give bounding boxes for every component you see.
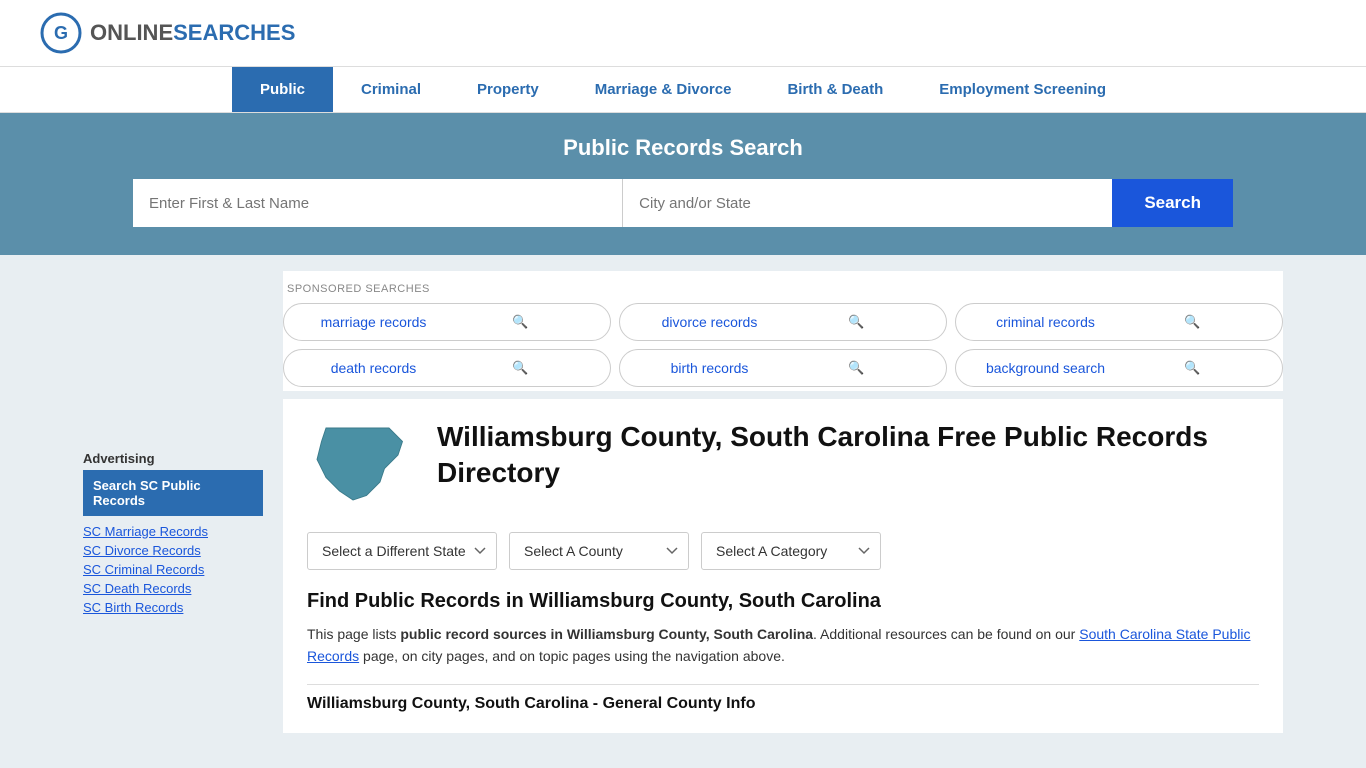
- main-nav: Public Criminal Property Marriage & Divo…: [0, 67, 1366, 113]
- find-text-bold: public record sources in Williamsburg Co…: [400, 626, 813, 642]
- search-icon-marriage: 🔍: [447, 314, 594, 330]
- sponsored-item-criminal-label: criminal records: [972, 314, 1119, 330]
- directory-header: Williamsburg County, South Carolina Free…: [307, 419, 1259, 512]
- sponsored-item-marriage-label: marriage records: [300, 314, 447, 330]
- logo-text: ONLINESEARCHES: [90, 20, 295, 46]
- city-input[interactable]: [623, 179, 1112, 227]
- sidebar-link-marriage[interactable]: SC Marriage Records: [83, 524, 263, 539]
- county-dropdown[interactable]: Select A County: [509, 532, 689, 570]
- search-icon-divorce: 🔍: [783, 314, 930, 330]
- main-container: Advertising Search SC Public Records SC …: [63, 255, 1303, 749]
- nav-employment[interactable]: Employment Screening: [911, 67, 1134, 112]
- search-banner: Public Records Search Search: [0, 113, 1366, 255]
- sponsored-grid: marriage records 🔍 divorce records 🔍 cri…: [283, 303, 1283, 387]
- sponsored-item-criminal[interactable]: criminal records 🔍: [955, 303, 1283, 341]
- find-text-3: page, on city pages, and on topic pages …: [359, 648, 785, 664]
- general-info-title: Williamsburg County, South Carolina - Ge…: [307, 684, 1259, 713]
- sidebar-link-death[interactable]: SC Death Records: [83, 581, 263, 596]
- sidebar-link-birth[interactable]: SC Birth Records: [83, 600, 263, 615]
- sidebar: Advertising Search SC Public Records SC …: [83, 451, 283, 733]
- search-icon-death: 🔍: [447, 360, 594, 376]
- nav-property[interactable]: Property: [449, 67, 567, 112]
- state-map: [307, 419, 417, 512]
- sponsored-item-background[interactable]: background search 🔍: [955, 349, 1283, 387]
- sponsored-item-marriage[interactable]: marriage records 🔍: [283, 303, 611, 341]
- search-banner-title: Public Records Search: [40, 135, 1326, 161]
- find-paragraph: This page lists public record sources in…: [307, 623, 1259, 668]
- header: G ONLINESEARCHES: [0, 0, 1366, 67]
- sponsored-item-divorce-label: divorce records: [636, 314, 783, 330]
- state-dropdown[interactable]: Select a Different State: [307, 532, 497, 570]
- find-title: Find Public Records in Williamsburg Coun…: [307, 590, 1259, 613]
- svg-text:G: G: [54, 23, 68, 43]
- sponsored-item-divorce[interactable]: divorce records 🔍: [619, 303, 947, 341]
- search-icon-background: 🔍: [1119, 360, 1266, 376]
- search-icon-criminal: 🔍: [1119, 314, 1266, 330]
- sponsored-item-birth[interactable]: birth records 🔍: [619, 349, 947, 387]
- find-text-2: . Additional resources can be found on o…: [813, 626, 1079, 642]
- sidebar-ad-box[interactable]: Search SC Public Records: [83, 470, 263, 516]
- nav-public[interactable]: Public: [232, 67, 333, 112]
- content-area: SPONSORED SEARCHES marriage records 🔍 di…: [283, 271, 1283, 733]
- sponsored-item-background-label: background search: [972, 360, 1119, 376]
- logo: G ONLINESEARCHES: [40, 12, 295, 54]
- sponsored-item-death[interactable]: death records 🔍: [283, 349, 611, 387]
- find-text-1: This page lists: [307, 626, 400, 642]
- sponsored-label: SPONSORED SEARCHES: [283, 283, 1283, 295]
- directory-section: Williamsburg County, South Carolina Free…: [283, 399, 1283, 733]
- sponsored-section: SPONSORED SEARCHES marriage records 🔍 di…: [283, 271, 1283, 391]
- dropdown-row: Select a Different State Select A County…: [307, 532, 1259, 570]
- logo-icon: G: [40, 12, 82, 54]
- nav-birth-death[interactable]: Birth & Death: [759, 67, 911, 112]
- nav-marriage-divorce[interactable]: Marriage & Divorce: [567, 67, 760, 112]
- search-button[interactable]: Search: [1112, 179, 1233, 227]
- name-input[interactable]: [133, 179, 623, 227]
- sponsored-item-birth-label: birth records: [636, 360, 783, 376]
- search-form: Search: [133, 179, 1233, 227]
- nav-criminal[interactable]: Criminal: [333, 67, 449, 112]
- sponsored-item-death-label: death records: [300, 360, 447, 376]
- sidebar-link-criminal[interactable]: SC Criminal Records: [83, 562, 263, 577]
- category-dropdown[interactable]: Select A Category: [701, 532, 881, 570]
- sidebar-link-divorce[interactable]: SC Divorce Records: [83, 543, 263, 558]
- sidebar-ad-label: Advertising: [83, 451, 263, 466]
- directory-title: Williamsburg County, South Carolina Free…: [437, 419, 1259, 492]
- search-icon-birth: 🔍: [783, 360, 930, 376]
